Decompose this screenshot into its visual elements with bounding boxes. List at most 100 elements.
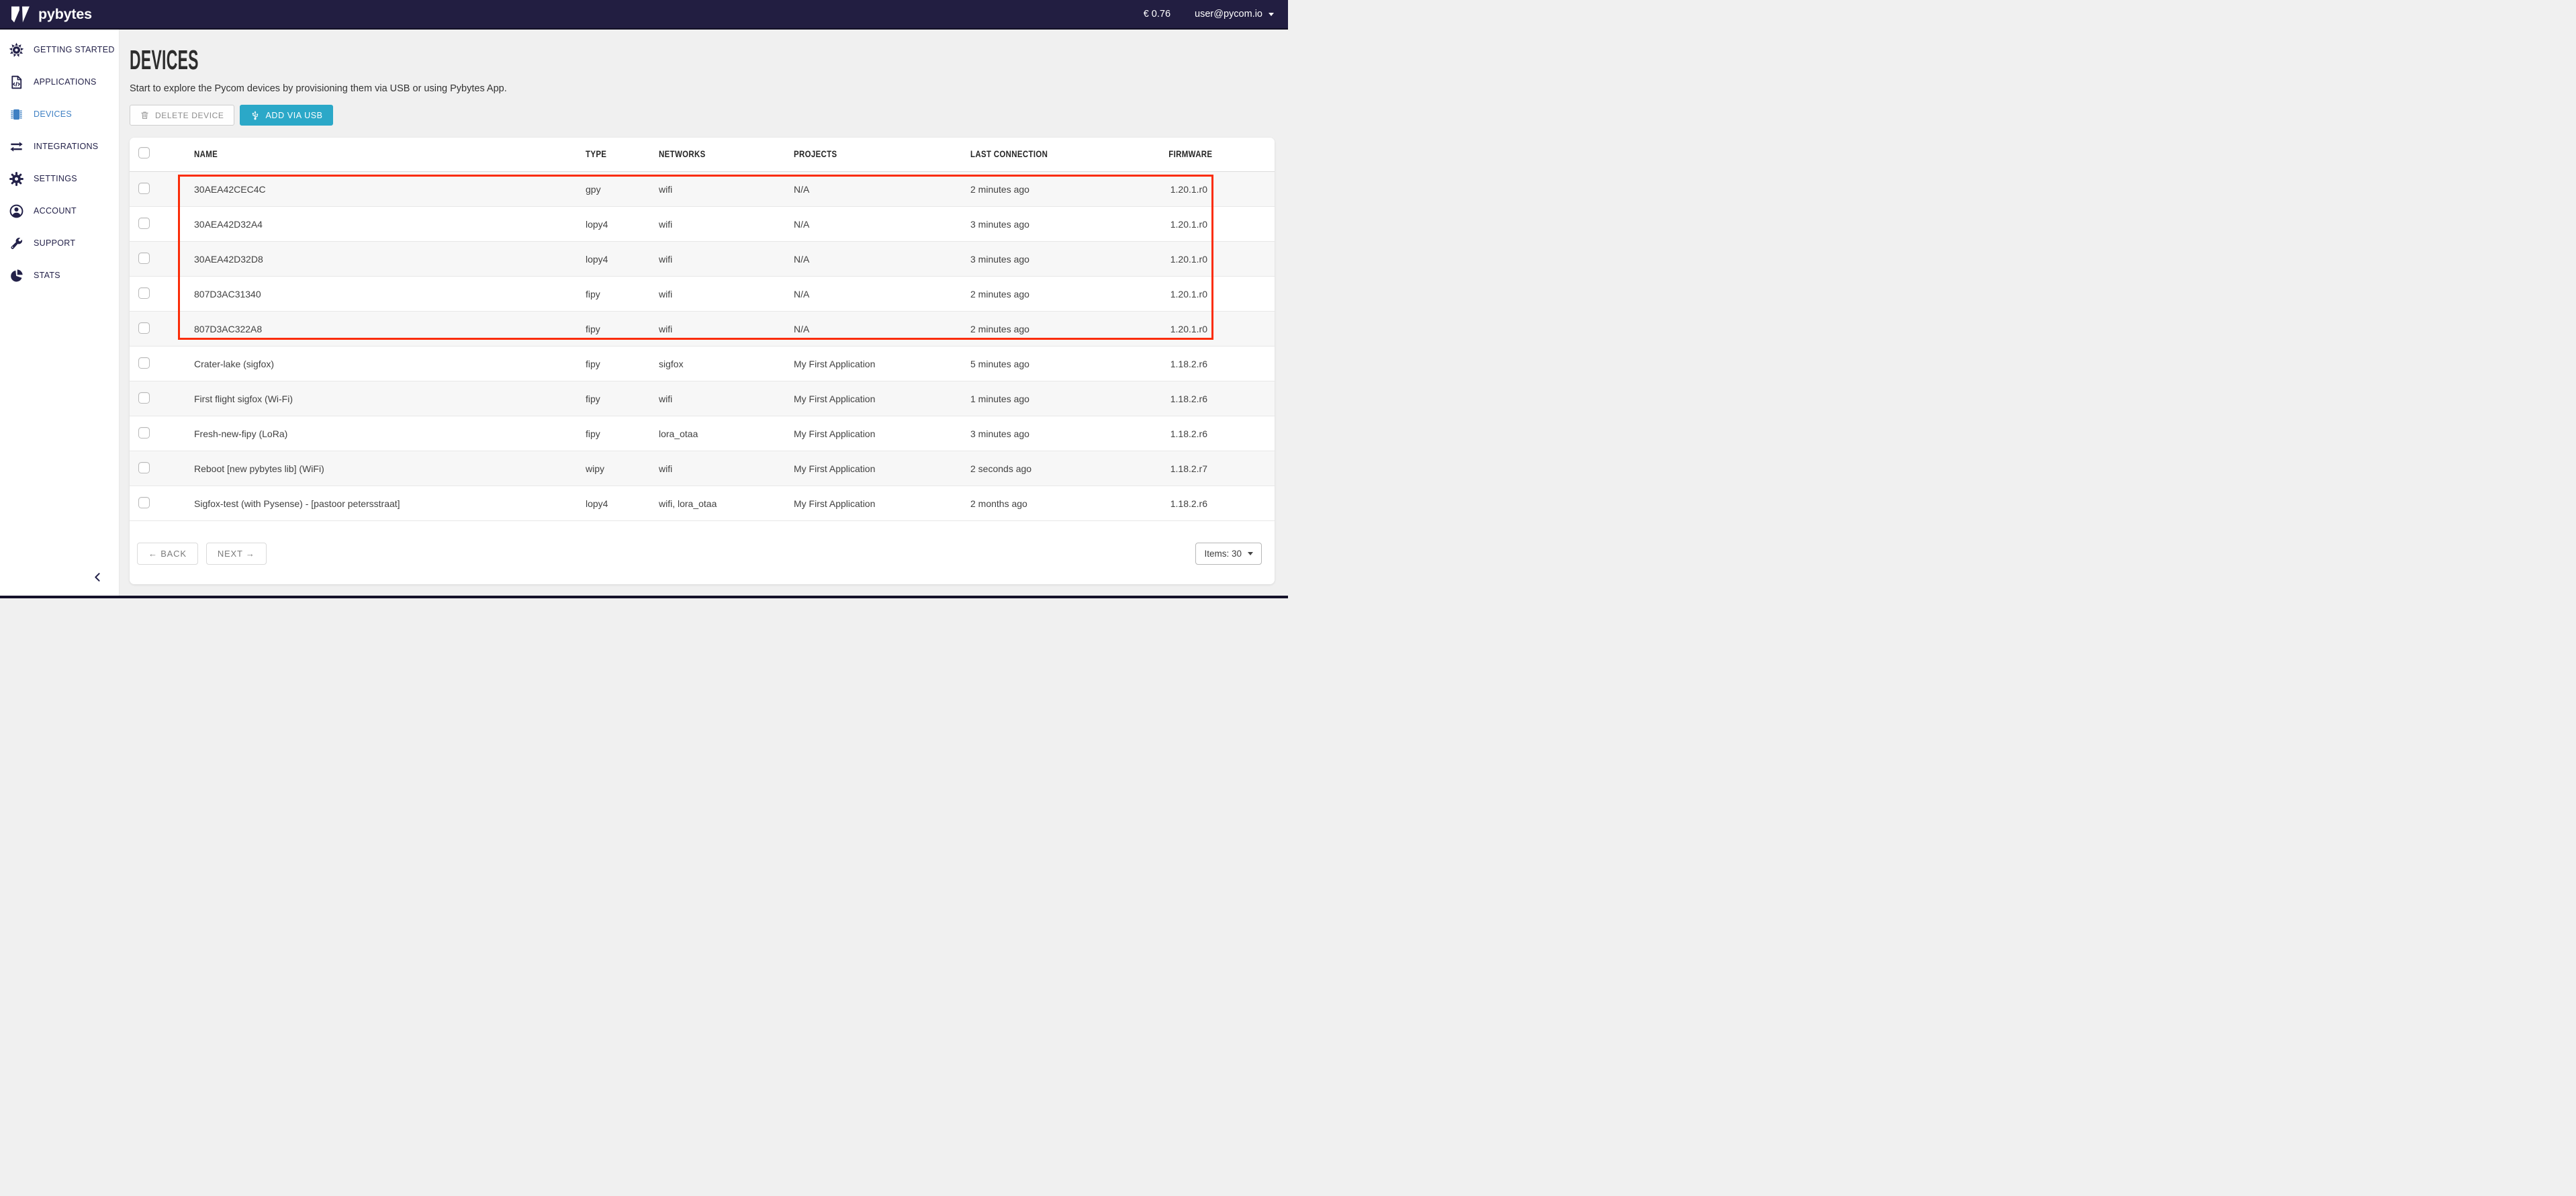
sidebar-item-label: APPLICATIONS <box>34 77 97 87</box>
sidebar-item-integrations[interactable]: INTEGRATIONS <box>0 130 119 163</box>
device-type: wipy <box>586 463 604 474</box>
row-checkbox[interactable] <box>138 252 150 264</box>
row-checkbox[interactable] <box>138 497 150 508</box>
device-projects: N/A <box>794 289 809 300</box>
row-checkbox[interactable] <box>138 392 150 404</box>
column-header: NETWORKS <box>659 148 794 160</box>
add-via-usb-button[interactable]: ADD VIA USB <box>240 105 333 126</box>
sidebar-item-settings[interactable]: SETTINGS <box>0 163 119 195</box>
device-type: fipy <box>586 289 600 300</box>
device-last-connection: 2 months ago <box>970 498 1027 509</box>
table-row[interactable]: Crater-lake (sigfox) fipy sigfox My Firs… <box>130 346 1275 381</box>
device-name: 30AEA42D32A4 <box>194 219 263 230</box>
device-firmware: 1.20.1.r0 <box>1170 184 1207 195</box>
arrows-swap-icon <box>7 138 25 155</box>
table-row[interactable]: 807D3AC322A8 fipy wifi N/A 2 minutes ago… <box>130 311 1275 346</box>
table-row[interactable]: Fresh-new-fipy (LoRa) fipy lora_otaa My … <box>130 416 1275 451</box>
table-row[interactable]: 30AEA42D32D8 lopy4 wifi N/A 3 minutes ag… <box>130 241 1275 276</box>
user-menu[interactable]: user@pycom.io <box>1195 9 1274 19</box>
device-firmware: 1.18.2.r7 <box>1170 463 1207 474</box>
row-checkbox[interactable] <box>138 218 150 229</box>
row-checkbox[interactable] <box>138 322 150 334</box>
device-projects: My First Application <box>794 428 875 439</box>
sidebar-item-getting-started[interactable]: GETTING STARTED <box>0 34 119 66</box>
table-row[interactable]: 30AEA42D32A4 lopy4 wifi N/A 3 minutes ag… <box>130 206 1275 241</box>
column-header: PROJECTS <box>794 148 970 160</box>
device-name: 30AEA42D32D8 <box>194 254 263 265</box>
table-row[interactable]: First flight sigfox (Wi-Fi) fipy wifi My… <box>130 381 1275 416</box>
sidebar-item-label: DEVICES <box>34 109 72 119</box>
user-icon <box>7 202 25 220</box>
device-last-connection: 2 minutes ago <box>970 289 1029 300</box>
device-firmware: 1.20.1.r0 <box>1170 324 1207 334</box>
pie-chart-icon <box>7 267 25 284</box>
device-networks: wifi <box>659 184 672 195</box>
sidebar-item-label: SETTINGS <box>34 174 77 183</box>
table-row[interactable]: 30AEA42CEC4C gpy wifi N/A 2 minutes ago … <box>130 172 1275 206</box>
device-last-connection: 5 minutes ago <box>970 359 1029 369</box>
device-type: lopy4 <box>586 254 608 265</box>
device-type: fipy <box>586 428 600 439</box>
device-networks: wifi, lora_otaa <box>659 498 717 509</box>
sidebar-item-account[interactable]: ACCOUNT <box>0 195 119 227</box>
device-networks: wifi <box>659 463 672 474</box>
device-last-connection: 3 minutes ago <box>970 254 1029 265</box>
account-balance: € 0.76 <box>1144 9 1170 19</box>
device-networks: wifi <box>659 289 672 300</box>
next-button[interactable]: NEXT → <box>206 543 267 565</box>
device-firmware: 1.20.1.r0 <box>1170 254 1207 265</box>
sidebar-item-label: ACCOUNT <box>34 206 77 216</box>
device-networks: lora_otaa <box>659 428 698 439</box>
device-last-connection: 1 minutes ago <box>970 394 1029 404</box>
row-checkbox[interactable] <box>138 287 150 299</box>
sidebar-item-support[interactable]: SUPPORT <box>0 227 119 259</box>
device-name: 807D3AC31340 <box>194 289 261 300</box>
device-projects: My First Application <box>794 359 875 369</box>
wrench-icon <box>7 234 25 252</box>
device-last-connection: 3 minutes ago <box>970 428 1029 439</box>
items-per-page-dropdown[interactable]: Items: 30 <box>1195 543 1262 565</box>
caret-down-icon <box>1248 552 1253 555</box>
pybytes-logo[interactable]: pybytes <box>11 6 92 23</box>
table-row[interactable]: Sigfox-test (with Pysense) - [pastoor pe… <box>130 486 1275 520</box>
sidebar-item-label: INTEGRATIONS <box>34 142 98 151</box>
sidebar-item-stats[interactable]: STATS <box>0 259 119 291</box>
device-projects: My First Application <box>794 394 875 404</box>
device-projects: My First Application <box>794 463 875 474</box>
column-header: FIRMWARE <box>1159 148 1279 160</box>
user-email: user@pycom.io <box>1195 9 1262 19</box>
pagination: ← BACK NEXT → Items: 30 <box>137 543 1262 565</box>
topbar: pybytes € 0.76 user@pycom.io <box>0 0 1288 30</box>
main-content: DEVICES Start to explore the Pycom devic… <box>120 30 1288 597</box>
row-checkbox[interactable] <box>138 183 150 194</box>
sidebar-item-label: SUPPORT <box>34 238 75 248</box>
sidebar-item-applications[interactable]: APPLICATIONS <box>0 66 119 98</box>
sidebar-item-label: STATS <box>34 271 60 280</box>
device-projects: N/A <box>794 184 809 195</box>
table-row[interactable]: Reboot [new pybytes lib] (WiFi) wipy wif… <box>130 451 1275 486</box>
row-checkbox[interactable] <box>138 357 150 369</box>
usb-icon <box>250 110 261 121</box>
device-name: 30AEA42CEC4C <box>194 184 266 195</box>
caret-down-icon <box>1269 13 1274 16</box>
sidebar-item-label: GETTING STARTED <box>34 45 115 54</box>
toolbar: DELETE DEVICE ADD VIA USB <box>130 105 1274 126</box>
page-title: DEVICES <box>130 46 1274 74</box>
pagination-buttons: ← BACK NEXT → <box>137 543 267 565</box>
sidebar-item-devices[interactable]: DEVICES <box>0 98 119 130</box>
device-last-connection: 3 minutes ago <box>970 219 1029 230</box>
logo-text: pybytes <box>38 6 92 23</box>
row-checkbox[interactable] <box>138 462 150 473</box>
device-networks: wifi <box>659 394 672 404</box>
sidebar-collapse-button[interactable] <box>92 571 105 585</box>
back-button[interactable]: ← BACK <box>137 543 198 565</box>
table-row[interactable]: 807D3AC31340 fipy wifi N/A 2 minutes ago… <box>130 276 1275 311</box>
code-document-icon <box>7 73 25 91</box>
device-firmware: 1.20.1.r0 <box>1170 289 1207 300</box>
row-checkbox[interactable] <box>138 427 150 439</box>
device-name: 807D3AC322A8 <box>194 324 262 334</box>
device-type: lopy4 <box>586 498 608 509</box>
sidebar: GETTING STARTED APPLICATIONS DEVICES INT… <box>0 30 120 597</box>
select-all-checkbox[interactable] <box>138 147 150 158</box>
delete-device-button[interactable]: DELETE DEVICE <box>130 105 234 126</box>
